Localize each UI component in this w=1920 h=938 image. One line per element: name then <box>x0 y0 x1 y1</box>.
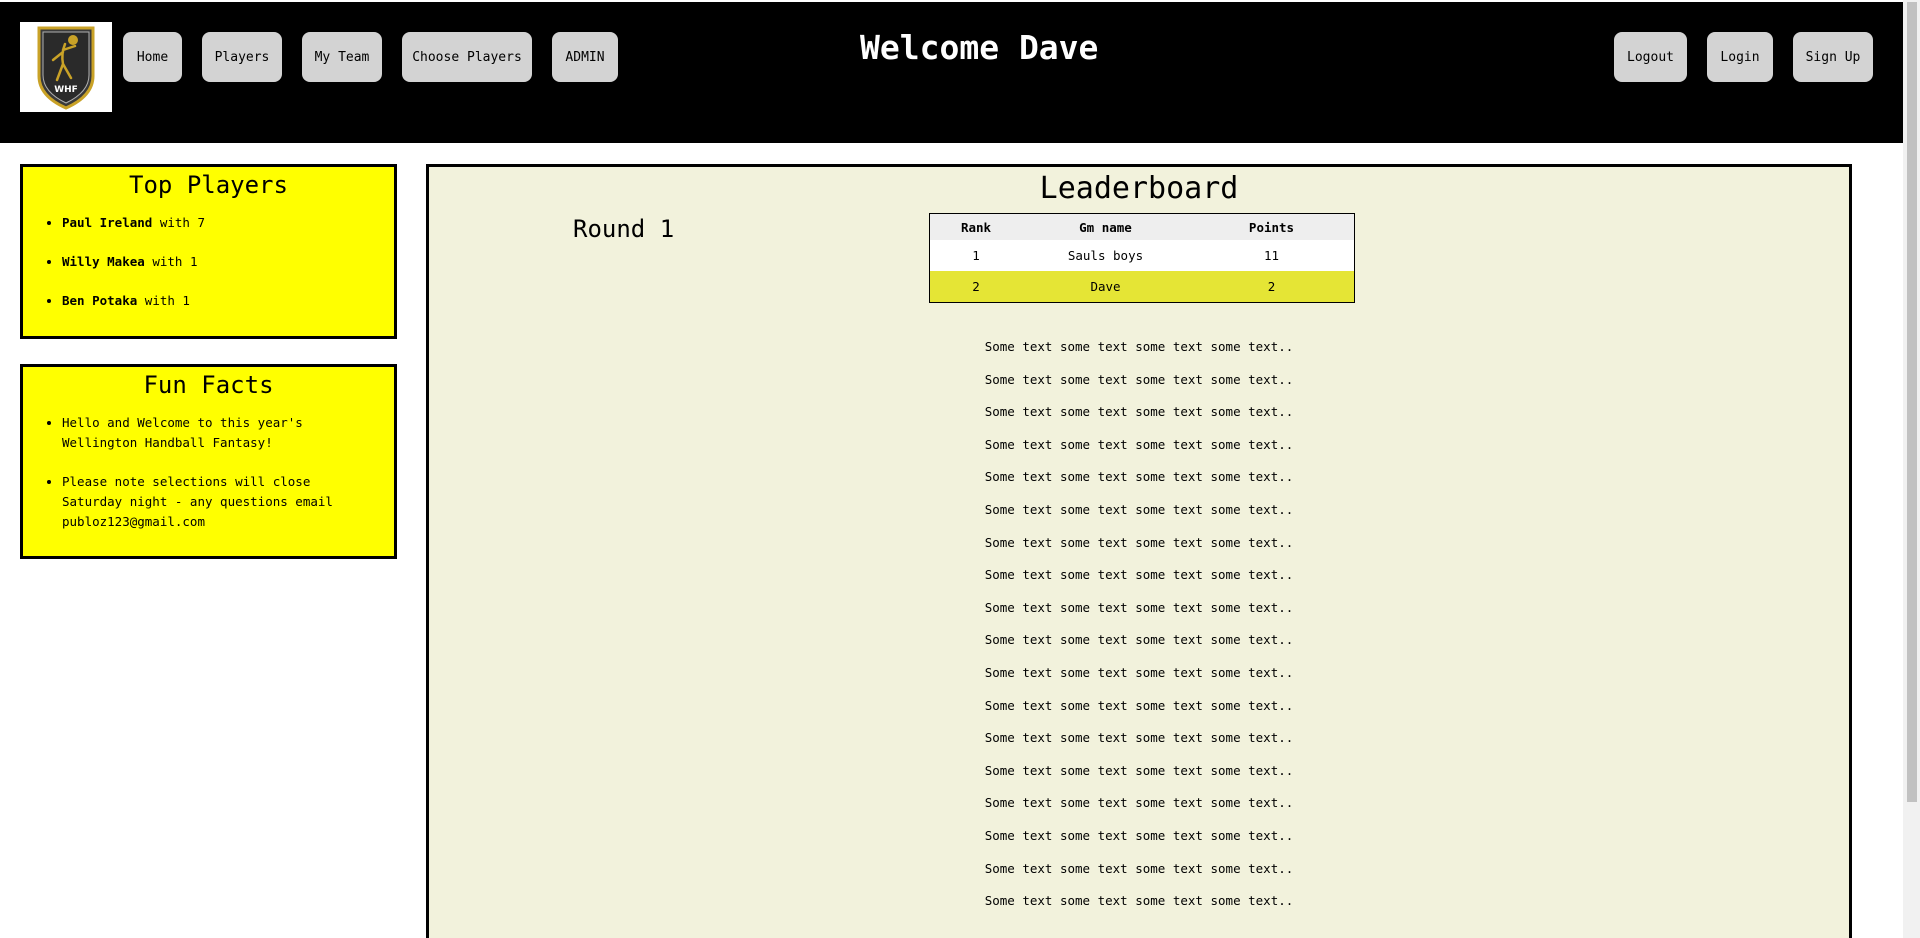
gm-name-cell: Sauls boys <box>1022 240 1189 271</box>
filler-paragraph: Some text some text some text some text.… <box>984 730 1294 746</box>
fun-facts-title: Fun Facts <box>143 371 274 399</box>
filler-paragraph: Some text some text some text some text.… <box>984 632 1294 648</box>
nav-admin-button[interactable]: ADMIN <box>552 32 618 82</box>
filler-paragraph: Some text some text some text some text.… <box>984 762 1294 778</box>
leaderboard-panel: Leaderboard Round 1 Rank Gm name Points … <box>426 164 1852 938</box>
top-players-title: Top Players <box>129 171 288 199</box>
player-name: Ben Potaka <box>62 293 138 308</box>
player-score: with 1 <box>144 254 198 269</box>
svg-text:WHF: WHF <box>54 85 78 95</box>
column-header-rank: Rank <box>929 213 1022 240</box>
filler-paragraph: Some text some text some text some text.… <box>984 567 1294 583</box>
nav-players-button[interactable]: Players <box>202 32 282 82</box>
filler-text-block: Some text some text some text some text.… <box>429 331 1849 918</box>
top-players-panel: Top Players Paul Ireland with 7 Willy Ma… <box>20 164 397 339</box>
list-item: Willy Makea with 1 <box>62 252 374 272</box>
logout-button[interactable]: Logout <box>1614 32 1687 82</box>
rank-cell: 1 <box>929 240 1022 271</box>
player-score: with 7 <box>152 215 205 230</box>
player-name: Willy Makea <box>62 254 145 269</box>
list-item: Hello and Welcome to this year's Welling… <box>62 413 374 453</box>
filler-paragraph: Some text some text some text some text.… <box>984 404 1294 420</box>
column-header-gm-name: Gm name <box>1022 213 1189 240</box>
leaderboard-table: Rank Gm name Points 1 Sauls boys 11 2 Da… <box>929 213 1355 303</box>
table-row: 2 Dave 2 <box>929 271 1355 303</box>
filler-paragraph: Some text some text some text some text.… <box>984 893 1294 909</box>
column-header-points: Points <box>1189 213 1355 240</box>
filler-paragraph: Some text some text some text some text.… <box>984 599 1294 615</box>
filler-paragraph: Some text some text some text some text.… <box>984 664 1294 680</box>
round-label: Round 1 <box>573 215 675 243</box>
gm-name-cell: Dave <box>1022 271 1189 303</box>
filler-paragraph: Some text some text some text some text.… <box>984 339 1294 354</box>
list-item: Please note selections will close Saturd… <box>62 472 374 532</box>
filler-paragraph: Some text some text some text some text.… <box>984 469 1294 485</box>
welcome-heading: Welcome Dave <box>860 28 1099 67</box>
table-row: 1 Sauls boys 11 <box>929 240 1355 271</box>
whf-logo[interactable]: WHF <box>20 22 112 112</box>
points-cell: 2 <box>1189 271 1355 303</box>
rank-cell: 2 <box>929 271 1022 303</box>
points-cell: 11 <box>1189 240 1355 271</box>
nav-my-team-button[interactable]: My Team <box>302 32 382 82</box>
handball-shield-icon: WHF <box>37 26 95 110</box>
nav-home-button[interactable]: Home <box>123 32 182 82</box>
fun-facts-list: Hello and Welcome to this year's Welling… <box>23 413 394 532</box>
list-item: Ben Potaka with 1 <box>62 291 374 311</box>
table-header-row: Rank Gm name Points <box>929 213 1355 240</box>
filler-paragraph: Some text some text some text some text.… <box>984 371 1294 387</box>
filler-paragraph: Some text some text some text some text.… <box>984 827 1294 843</box>
filler-paragraph: Some text some text some text some text.… <box>984 436 1294 452</box>
scrollbar-thumb[interactable] <box>1907 2 1917 802</box>
page-scrollbar[interactable] <box>1903 0 1920 938</box>
leaderboard-title: Leaderboard <box>1039 171 1239 206</box>
player-score: with 1 <box>137 293 190 308</box>
filler-paragraph: Some text some text some text some text.… <box>984 501 1294 517</box>
header-bar: WHF Home Players My Team Choose Players … <box>0 2 1903 143</box>
nav-choose-players-button[interactable]: Choose Players <box>402 32 532 82</box>
login-button[interactable]: Login <box>1707 32 1773 82</box>
fun-facts-panel: Fun Facts Hello and Welcome to this year… <box>20 364 397 559</box>
sign-up-button[interactable]: Sign Up <box>1793 32 1873 82</box>
filler-paragraph: Some text some text some text some text.… <box>984 860 1294 876</box>
player-name: Paul Ireland <box>62 215 153 230</box>
top-players-list: Paul Ireland with 7 Willy Makea with 1 B… <box>23 213 394 311</box>
filler-paragraph: Some text some text some text some text.… <box>984 795 1294 811</box>
list-item: Paul Ireland with 7 <box>62 213 374 233</box>
filler-paragraph: Some text some text some text some text.… <box>984 534 1294 550</box>
filler-paragraph: Some text some text some text some text.… <box>984 697 1294 713</box>
page: WHF Home Players My Team Choose Players … <box>0 0 1920 938</box>
